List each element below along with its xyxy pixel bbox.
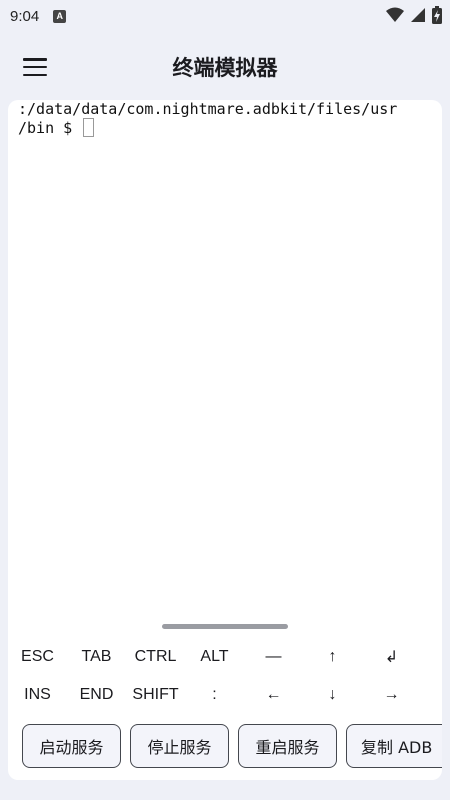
signal-icon — [411, 8, 425, 22]
terminal-cursor — [83, 118, 95, 137]
key-end[interactable]: END — [67, 676, 126, 714]
key-ins[interactable]: INS — [8, 676, 67, 714]
terminal-line: :/data/data/com.nightmare.adbkit/files/u… — [18, 100, 398, 118]
key-shift[interactable]: SHIFT — [126, 676, 185, 714]
extra-keys-row-2: INS END SHIFT : ← ↓ → — [8, 676, 442, 714]
notification-icon: A — [53, 9, 67, 23]
battery-charging-icon — [432, 6, 442, 24]
key-down[interactable]: ↓ — [303, 676, 362, 714]
copy-adb-button[interactable]: 复制 ADB — [346, 724, 442, 768]
terminal-prompt-line: /bin $ — [18, 118, 432, 137]
extra-keys-row-1: ESC TAB CTRL ALT — ↑ ↲ — [8, 638, 442, 676]
restart-service-button[interactable]: 重启服务 — [238, 724, 337, 768]
app-bar: 终端模拟器 — [0, 32, 450, 100]
key-left[interactable]: ← — [244, 676, 303, 714]
key-colon[interactable]: : — [185, 676, 244, 714]
terminal-view[interactable]: :/data/data/com.nightmare.adbkit/files/u… — [8, 100, 442, 620]
key-up[interactable]: ↑ — [303, 638, 362, 676]
key-esc[interactable]: ESC — [8, 638, 67, 676]
page-title: 终端模拟器 — [172, 56, 278, 80]
status-time: 9:04 — [10, 7, 40, 25]
key-alt[interactable]: ALT — [185, 638, 244, 676]
start-service-button[interactable]: 启动服务 — [22, 724, 121, 768]
key-right[interactable]: → — [362, 676, 421, 714]
extra-keys: ESC TAB CTRL ALT — ↑ ↲ INS END SHIFT : ←… — [8, 638, 442, 714]
terminal-card: :/data/data/com.nightmare.adbkit/files/u… — [8, 100, 442, 780]
stop-service-button[interactable]: 停止服务 — [130, 724, 229, 768]
key-dash[interactable]: — — [244, 638, 303, 676]
key-ctrl[interactable]: CTRL — [126, 638, 185, 676]
key-enter[interactable]: ↲ — [362, 638, 421, 676]
wifi-icon — [386, 7, 404, 22]
drag-handle[interactable] — [162, 624, 288, 629]
status-bar: 9:04 A — [0, 0, 450, 32]
terminal-prompt: /bin $ — [18, 119, 82, 137]
service-actions: 启动服务 停止服务 重启服务 复制 ADB — [22, 724, 442, 768]
key-tab[interactable]: TAB — [67, 638, 126, 676]
status-icons — [386, 6, 442, 24]
